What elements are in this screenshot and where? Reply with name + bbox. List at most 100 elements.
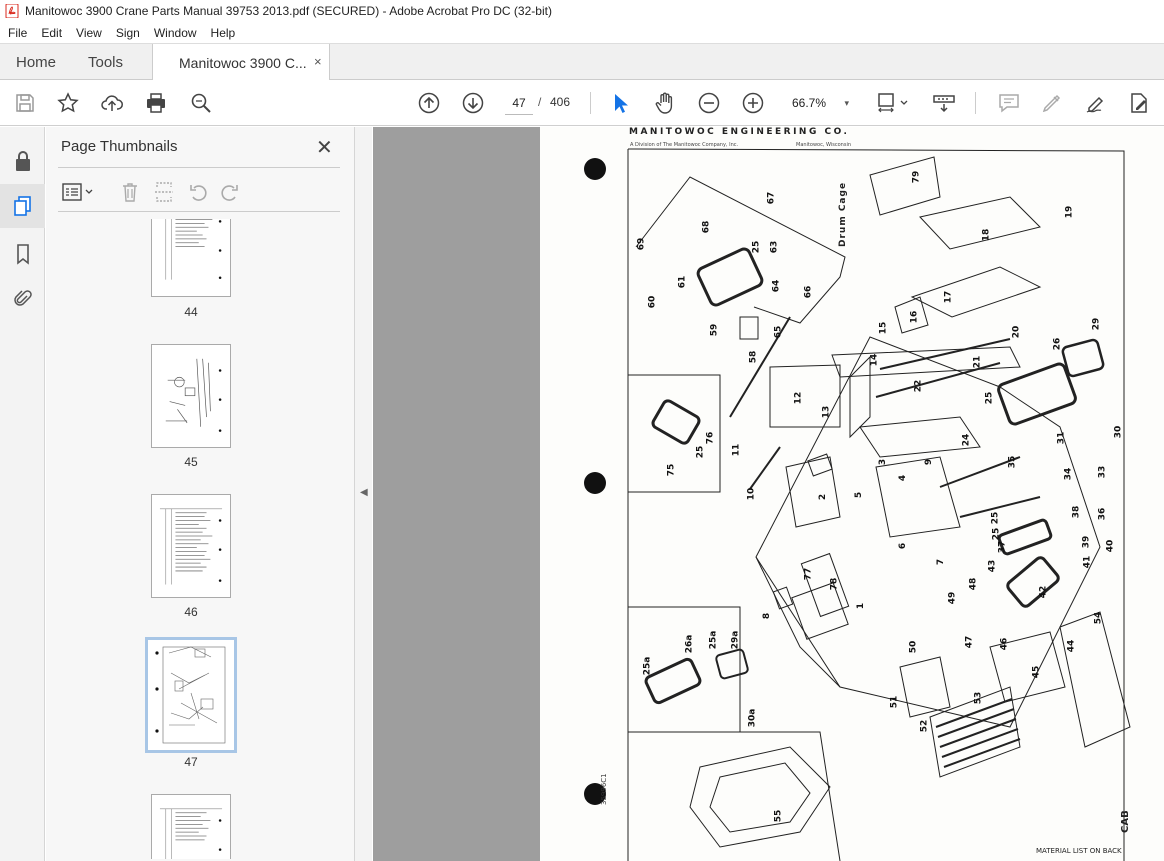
part-number: 25 [695,445,706,459]
save-icon[interactable] [13,91,37,115]
page-fit-icon[interactable] [876,91,912,115]
thumbnail-options-icon[interactable] [62,181,96,203]
acrobat-app-icon [5,4,19,18]
left-navigation-rail [0,127,45,861]
part-number: 3 [878,458,889,466]
next-page-icon[interactable] [461,91,485,115]
page-number-input[interactable]: 47 [505,91,533,115]
tab-close-button[interactable]: × [314,54,322,69]
part-number: 79 [911,170,922,184]
hand-tool-icon[interactable] [653,91,677,115]
panel-close-button[interactable]: ✕ [316,135,333,160]
part-number: 18 [981,228,992,242]
tab-tools[interactable]: Tools [88,54,123,71]
thumbnail-preview [165,358,222,432]
part-number: 25a [708,630,719,650]
part-number: 5 [854,491,865,499]
divider [58,167,340,168]
part-number: 55 [773,809,784,823]
thumbnail-page-selected[interactable] [145,637,237,753]
bookmark-star-icon[interactable] [56,91,80,115]
footer-note: MATERIAL LIST ON BACK [1036,847,1122,855]
page-thumbnails-icon[interactable] [0,184,45,228]
part-number: 2 [818,493,829,501]
panel-splitter[interactable]: ◀ [354,127,372,861]
part-number: 26 [1052,337,1063,351]
part-number: 53 [973,691,984,705]
part-number: 15 [878,321,889,335]
tab-home[interactable]: Home [16,54,56,71]
thumbnail-preview [165,219,222,280]
thumbnail-page[interactable] [151,794,231,859]
part-number: 50 [908,640,919,654]
part-number: 39 [1081,535,1092,549]
menu-sign[interactable]: Sign [116,26,140,40]
document-canvas[interactable]: MANITOWOC ENGINEERING CO. A Division of … [373,127,1164,861]
part-number: 7 [936,558,947,566]
previous-page-icon[interactable] [417,91,441,115]
part-number: 63 [769,240,780,254]
thumbnail-page[interactable] [151,219,231,297]
part-number: 43 [987,559,998,573]
part-number: 66 [803,285,814,299]
part-number: 38 [1071,505,1082,519]
menu-help[interactable]: Help [211,26,236,40]
zoom-in-icon[interactable] [741,91,765,115]
bookmark-icon[interactable] [0,232,45,276]
part-number: 1 [856,602,867,610]
part-number: 22 [913,379,924,393]
upload-cloud-icon[interactable] [100,91,124,115]
lock-icon[interactable] [0,139,45,183]
menu-edit[interactable]: Edit [41,26,62,40]
thumbnail-label: 44 [184,305,198,319]
print-icon[interactable] [144,91,168,115]
attachment-icon[interactable] [0,277,45,321]
rotate-right-icon[interactable] [220,181,240,203]
thumbnail-page[interactable] [151,494,231,598]
divider [58,211,340,212]
collapse-panel-icon[interactable]: ◀ [360,487,368,498]
edit-pdf-icon[interactable] [1127,91,1151,115]
delete-page-icon[interactable] [120,181,140,203]
thumbnail-page[interactable] [151,344,231,448]
part-number: 24 [961,433,972,447]
part-number: 67 [766,191,777,205]
part-number: 13 [821,405,832,419]
part-number: 4 [898,474,909,482]
zoom-level-dropdown[interactable]: 66.7% ▾ [785,91,855,115]
menu-view[interactable]: View [76,26,102,40]
part-number: 25 [751,240,762,254]
part-number: 21 [972,355,983,369]
comment-icon[interactable] [997,91,1021,115]
zoom-out-icon[interactable] [697,91,721,115]
part-number: 68 [701,220,712,234]
thumbnail-list: 44 45 46 47 [58,219,333,859]
title-bar: Manitowoc 3900 Crane Parts Manual 39753 … [0,0,1164,22]
tab-bar: Home Tools Manitowoc 3900 C... × [0,43,1164,81]
part-number: 11 [731,443,742,457]
scroll-mode-icon[interactable] [932,91,956,115]
highlight-pen-icon[interactable] [1040,91,1064,115]
part-number: 77 [803,567,814,581]
part-number: 8 [762,612,773,620]
window-title: Manitowoc 3900 Crane Parts Manual 39753 … [25,4,552,18]
extract-pages-icon[interactable] [154,181,174,203]
part-number: 19 [1064,205,1075,219]
sign-pen-icon[interactable] [1084,91,1108,115]
select-cursor-icon[interactable] [608,91,632,115]
zoom-search-icon[interactable] [189,91,213,115]
part-number: 9 [924,458,935,466]
part-number: 47 [964,635,975,649]
page-thumbnails-panel: Page Thumbnails ✕ 44 45 46 47 [46,127,388,861]
menu-file[interactable]: File [8,26,27,40]
thumbnail-preview [159,808,223,859]
part-number: 48 [968,577,979,591]
tab-document[interactable]: Manitowoc 3900 C... × [152,44,330,81]
main-toolbar: 47 / 406 66.7% ▾ [0,80,1164,126]
toolbar-divider [590,92,591,114]
menu-window[interactable]: Window [154,26,197,40]
part-number: 41 [1082,555,1093,569]
thumbnail-tools [58,175,340,209]
part-number: 60 [647,295,658,309]
rotate-left-icon[interactable] [188,181,208,203]
